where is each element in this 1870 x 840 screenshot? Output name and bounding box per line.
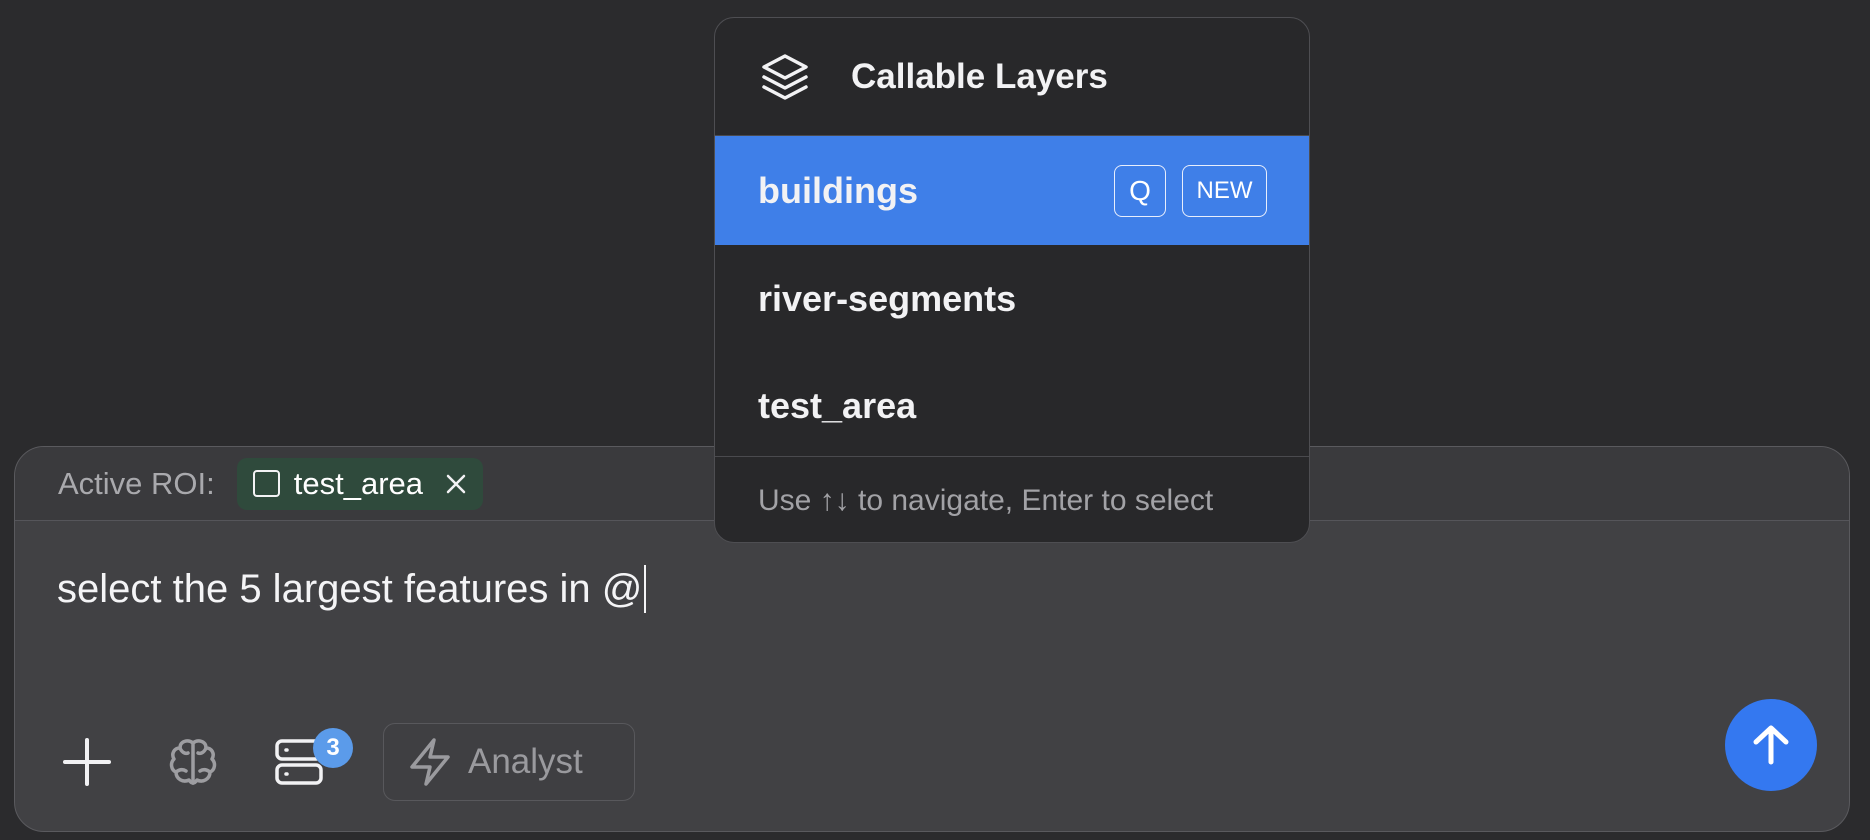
roi-chip-label: test_area [293,465,424,501]
callable-layers-dropdown: Callable Layers buildings Q NEW river-se… [714,17,1310,543]
brain-button[interactable] [163,732,223,792]
layer-item-label: buildings [758,169,918,211]
prompt-text: select the 5 largest features in @ [57,566,643,611]
add-button[interactable] [57,732,117,792]
layer-item-label: river-segments [758,277,1017,319]
navigation-hint: Use ↑↓ to navigate, Enter to select [715,456,1309,542]
send-button[interactable] [1725,699,1817,791]
brain-icon [169,739,217,785]
plus-icon [63,738,111,786]
dropdown-header: Callable Layers [715,18,1309,136]
composer-toolbar: 3 Analyst [57,723,635,801]
new-badge: NEW [1182,164,1267,217]
layers-icon [762,53,808,100]
square-icon [252,470,280,497]
data-sources-badge: 3 [313,728,353,768]
prompt-input[interactable]: select the 5 largest features in @ [57,565,647,613]
mode-selector-button[interactable]: Analyst [383,723,635,801]
text-caret [644,565,647,613]
layer-item-label: test_area [758,384,917,426]
layer-item-river-segments[interactable]: river-segments [715,245,1309,352]
data-sources-button[interactable]: 3 [269,728,353,792]
roi-chip[interactable]: test_area [236,457,484,510]
layer-item-buildings[interactable]: buildings Q NEW [715,136,1309,245]
arrow-up-icon [1753,725,1789,765]
lightning-icon [410,738,450,786]
active-roi-label: Active ROI: [58,465,215,501]
dropdown-title: Callable Layers [851,56,1108,96]
shortcut-badge: Q [1114,164,1166,217]
close-icon[interactable] [445,473,467,495]
mode-label: Analyst [468,742,583,781]
layer-list: buildings Q NEW river-segments test_area [715,136,1309,459]
layer-item-test-area[interactable]: test_area [715,352,1309,459]
